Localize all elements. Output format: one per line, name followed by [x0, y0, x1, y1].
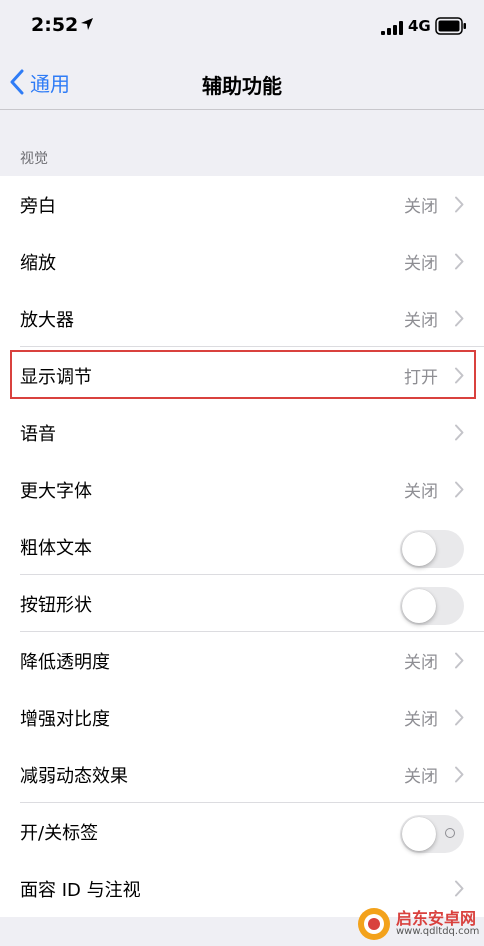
row-value: 关闭: [404, 254, 438, 274]
watermark: 启东安卓网 www.qdltdq.com: [356, 902, 484, 946]
row-label: 缩放: [20, 252, 56, 274]
settings-row[interactable]: 放大器 关闭: [0, 290, 484, 347]
row-value: 关闭: [404, 197, 438, 217]
chevron-right-icon: [455, 709, 464, 726]
settings-row[interactable]: 粗体文本: [0, 518, 484, 575]
status-bar: 2:52 4G: [0, 0, 484, 56]
settings-row[interactable]: 增强对比度 关闭: [0, 689, 484, 746]
chevron-right-icon: [455, 481, 464, 498]
row-label: 按钮形状: [20, 594, 92, 616]
toggle-off-indicator-icon: [445, 828, 455, 838]
row-value: 关闭: [404, 710, 438, 730]
location-arrow-icon: [81, 18, 93, 30]
chevron-right-icon: [455, 196, 464, 213]
row-label: 语音: [20, 423, 56, 445]
network-type: 4G: [408, 17, 431, 35]
highlight-box: [10, 350, 476, 399]
toggle-knob: [402, 817, 436, 851]
row-label: 减弱动态效果: [20, 765, 128, 787]
settings-row[interactable]: 降低透明度 关闭: [0, 632, 484, 689]
page-title: 辅助功能: [202, 74, 282, 98]
settings-row[interactable]: 减弱动态效果 关闭: [0, 746, 484, 803]
row-label: 面容 ID 与注视: [20, 879, 141, 901]
row-label: 放大器: [20, 309, 74, 331]
toggle-switch[interactable]: [400, 587, 464, 625]
row-value: 关闭: [404, 767, 438, 787]
toggle-switch[interactable]: [400, 815, 464, 853]
settings-row[interactable]: 旁白 关闭: [0, 176, 484, 233]
row-label: 更大字体: [20, 480, 92, 502]
row-label: 开/关标签: [20, 822, 99, 844]
watermark-logo-icon: [358, 908, 390, 940]
row-label: 增强对比度: [20, 708, 110, 730]
toggle-knob: [402, 532, 436, 566]
row-label: 粗体文本: [20, 537, 92, 559]
settings-row[interactable]: 更大字体 关闭: [0, 461, 484, 518]
battery-icon: [435, 17, 466, 35]
settings-row[interactable]: 语音: [0, 404, 484, 461]
watermark-url: www.qdltdq.com: [396, 926, 480, 937]
row-value: 关闭: [404, 311, 438, 331]
chevron-right-icon: [455, 880, 464, 897]
chevron-right-icon: [455, 652, 464, 669]
navigation-bar: 通用 辅助功能: [0, 56, 484, 110]
settings-list: 旁白 关闭 缩放 关闭 放大器 关闭 显示调节 打开 语音 更大字体 关闭 粗体文本 按钮形状 降低透明度…: [0, 176, 484, 917]
row-value: 关闭: [404, 482, 438, 502]
row-label: 旁白: [20, 195, 56, 217]
chevron-right-icon: [455, 310, 464, 327]
section-header-vision: 视觉: [20, 151, 48, 167]
toggle-knob: [402, 589, 436, 623]
settings-row[interactable]: 按钮形状: [0, 575, 484, 632]
toggle-switch[interactable]: [400, 530, 464, 568]
settings-row[interactable]: 开/关标签: [0, 803, 484, 860]
status-time: 2:52: [31, 14, 79, 36]
row-label: 降低透明度: [20, 651, 110, 673]
chevron-right-icon: [455, 766, 464, 783]
row-value: 关闭: [404, 653, 438, 673]
cellular-signal-icon: [381, 21, 403, 35]
chevron-right-icon: [455, 424, 464, 441]
settings-row[interactable]: 缩放 关闭: [0, 233, 484, 290]
chevron-right-icon: [455, 253, 464, 270]
